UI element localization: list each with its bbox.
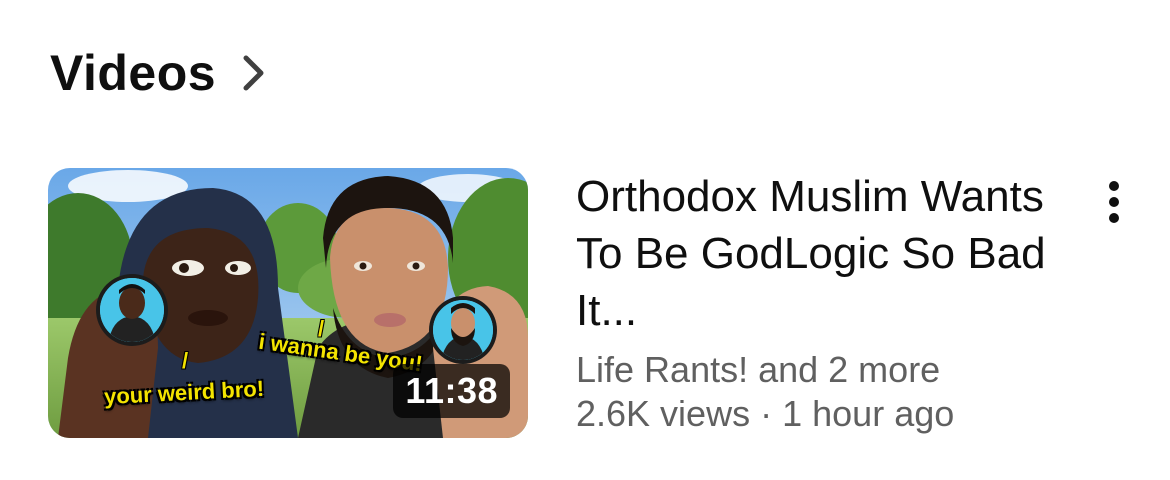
video-info: Orthodox Muslim Wants To Be GodLogic So … bbox=[576, 168, 1076, 437]
caption-slash-left: / bbox=[182, 348, 189, 373]
video-title[interactable]: Orthodox Muslim Wants To Be GodLogic So … bbox=[576, 168, 1076, 339]
section-header[interactable]: Videos bbox=[50, 38, 268, 108]
more-vertical-icon[interactable] bbox=[1094, 172, 1134, 232]
more-dot bbox=[1109, 181, 1119, 191]
duration-badge: 11:38 bbox=[393, 364, 510, 418]
video-meta: 2.6K views · 1 hour ago bbox=[576, 391, 1076, 437]
video-thumbnail[interactable]: / / your weird bro! i wanna be you! 11:3… bbox=[48, 168, 528, 438]
video-item[interactable]: / / your weird bro! i wanna be you! 11:3… bbox=[48, 168, 1138, 440]
section-title[interactable]: Videos bbox=[50, 44, 216, 102]
channel-name[interactable]: Life Rants! and 2 more bbox=[576, 349, 1076, 391]
chevron-right-icon[interactable] bbox=[238, 53, 268, 93]
view-count: 2.6K views bbox=[576, 393, 751, 434]
page: Videos / / your weird bro! i wanna be yo… bbox=[0, 0, 1170, 480]
more-dot bbox=[1109, 213, 1119, 223]
more-dot bbox=[1109, 197, 1119, 207]
upload-time: 1 hour ago bbox=[782, 393, 955, 434]
meta-separator: · bbox=[760, 393, 773, 434]
